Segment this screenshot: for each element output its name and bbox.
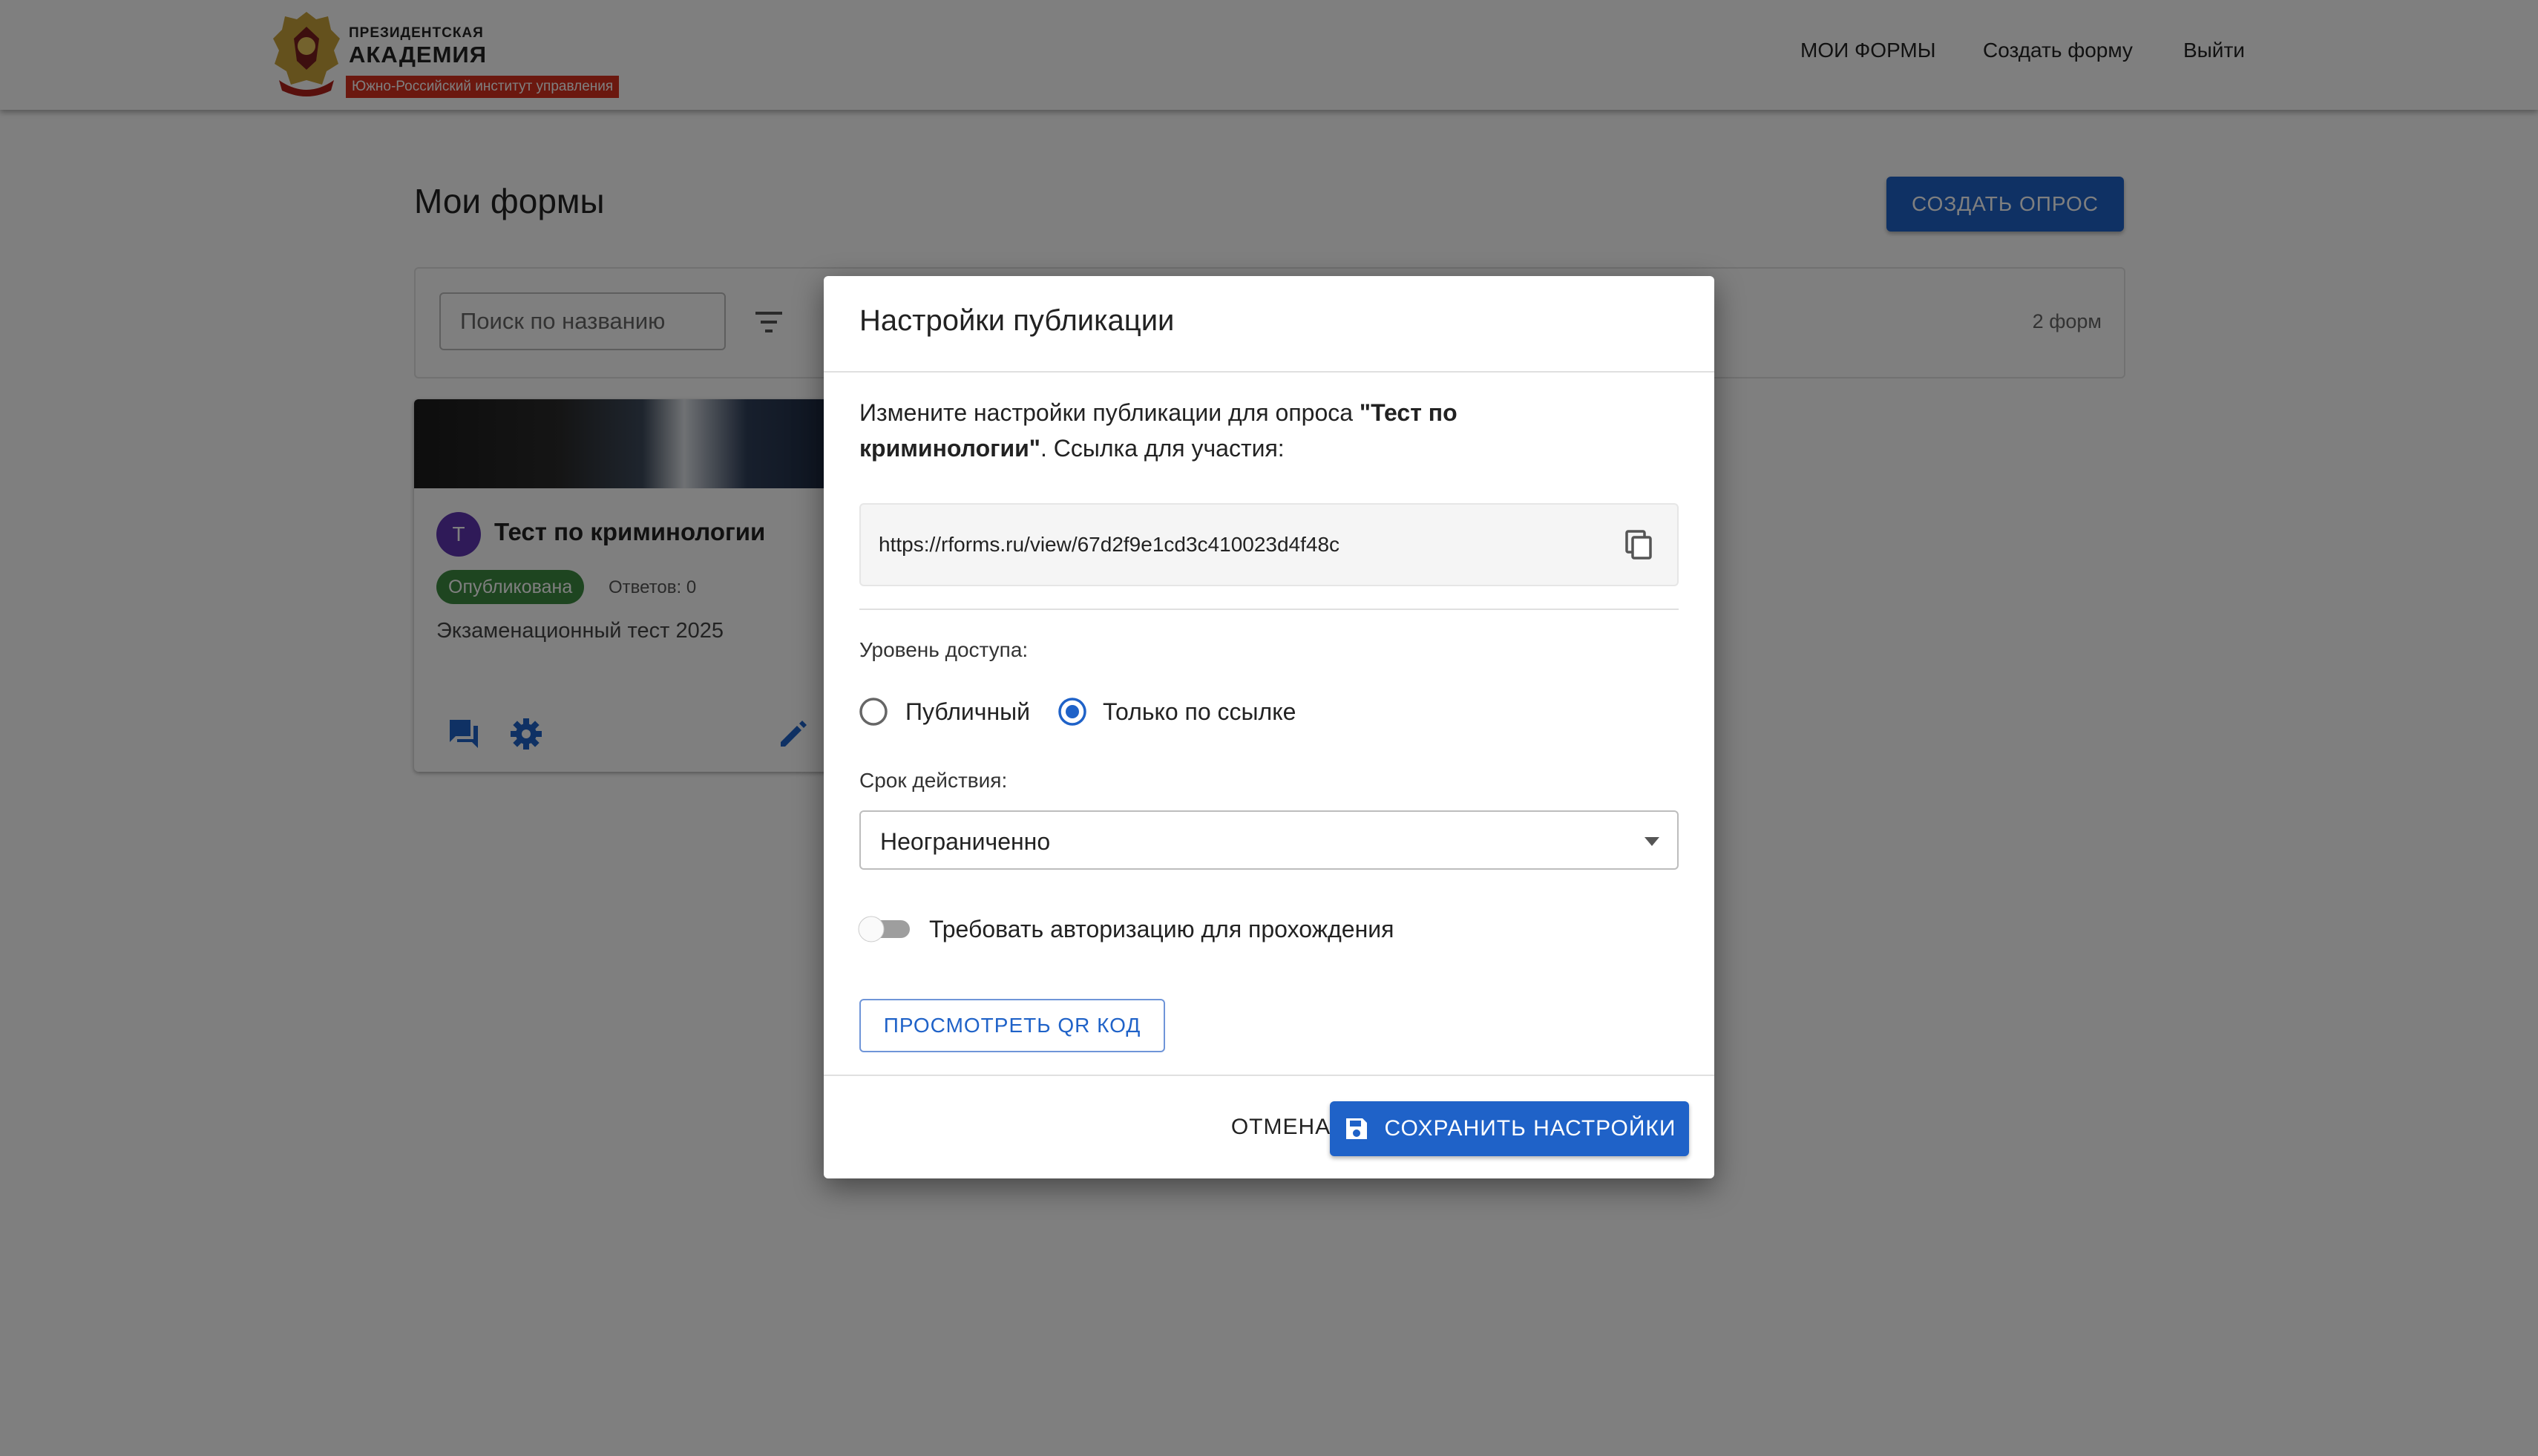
dialog-title: Настройки публикации [859, 304, 1175, 337]
dialog-divider-bottom [824, 1075, 1714, 1076]
participation-link-box: https://rforms.ru/view/67d2f9e1cd3c41002… [859, 503, 1679, 586]
require-auth-label[interactable]: Требовать авторизацию для прохождения [929, 916, 1394, 943]
desc-prefix: Измените настройки публикации для опроса [859, 399, 1360, 426]
access-level-label: Уровень доступа: [859, 638, 1029, 661]
publish-settings-dialog: Настройки публикации Измените настройки … [824, 276, 1714, 1178]
radio-public-label[interactable]: Публичный [905, 696, 1030, 727]
radio-public[interactable] [858, 696, 889, 727]
copy-icon[interactable] [1621, 527, 1656, 563]
participation-link[interactable]: https://rforms.ru/view/67d2f9e1cd3c41002… [879, 533, 1340, 557]
save-icon [1345, 1118, 1367, 1139]
expiry-select[interactable]: Неограниченно [859, 810, 1679, 870]
require-auth-toggle[interactable] [855, 908, 914, 950]
chevron-down-icon [1645, 837, 1659, 846]
radio-link-only[interactable] [1057, 696, 1088, 727]
expiry-value: Неограниченно [880, 828, 1051, 855]
dialog-description: Измените настройки публикации для опроса… [859, 395, 1646, 466]
dialog-divider-top [824, 371, 1714, 373]
radio-link-only-label[interactable]: Только по ссылке [1103, 696, 1296, 727]
save-settings-label: СОХРАНИТЬ НАСТРОЙКИ [1384, 1116, 1676, 1141]
desc-suffix: . Ссылка для участия: [1040, 435, 1285, 462]
expiry-label: Срок действия: [859, 769, 1008, 792]
view-qr-button[interactable]: ПРОСМОТРЕТЬ QR КОД [859, 999, 1165, 1052]
save-settings-button[interactable]: СОХРАНИТЬ НАСТРОЙКИ [1330, 1101, 1689, 1156]
dialog-divider-link [859, 609, 1679, 610]
